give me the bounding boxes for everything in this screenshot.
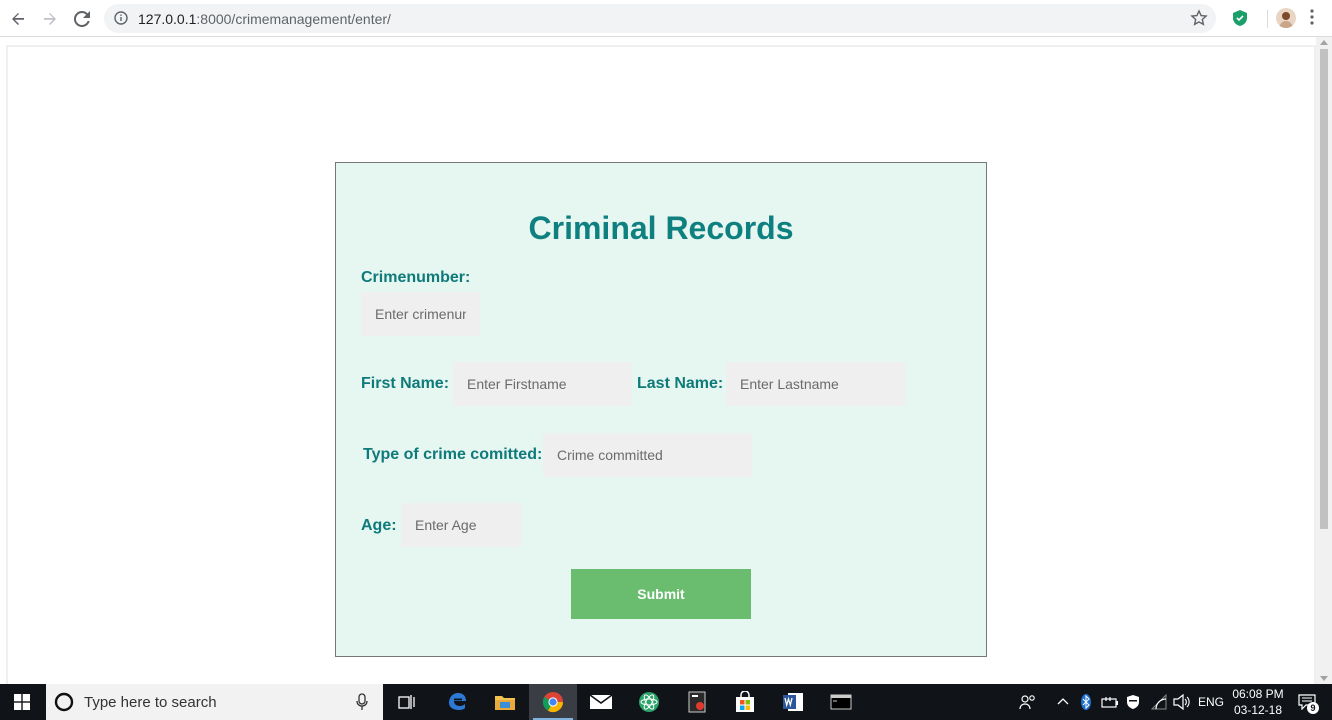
crimenumber-label: Crimenumber:	[361, 269, 471, 286]
lastname-input[interactable]	[726, 362, 905, 406]
wifi-icon[interactable]	[1151, 694, 1169, 710]
taskbar-file-explorer[interactable]	[481, 684, 529, 720]
toolbar-separator	[1267, 10, 1268, 28]
back-arrow-icon	[12, 13, 24, 25]
taskbar-store[interactable]	[721, 684, 769, 720]
taskbar-search-box[interactable]: Type here to search	[46, 684, 383, 720]
people-icon[interactable]	[1019, 694, 1037, 710]
age-input[interactable]	[401, 503, 521, 547]
forward-button[interactable]	[37, 6, 63, 32]
security-shield-icon[interactable]	[1125, 694, 1141, 710]
firstname-label: First Name:	[361, 375, 450, 392]
back-button[interactable]	[5, 6, 31, 32]
forward-arrow-icon	[44, 13, 56, 25]
browser-toolbar: 127.0.0.1:8000/crimemanagement/enter/	[0, 0, 1332, 37]
submit-button[interactable]: Submit	[571, 569, 751, 619]
address-bar[interactable]: 127.0.0.1:8000/crimemanagement/enter/	[104, 4, 1216, 33]
mail-icon	[589, 694, 613, 709]
start-button[interactable]	[0, 684, 44, 720]
url-text: 127.0.0.1:8000/crimemanagement/enter/	[138, 11, 391, 27]
scroll-up-arrow[interactable]	[1320, 40, 1328, 45]
clock-time: 06:08 PM	[1232, 687, 1284, 701]
vertical-scrollbar[interactable]	[1316, 37, 1332, 684]
folder-icon	[495, 696, 515, 710]
extension-shield-icon[interactable]	[1232, 9, 1248, 27]
task-view-button[interactable]	[383, 684, 431, 720]
lastname-label: Last Name:	[637, 375, 724, 392]
reload-icon	[74, 11, 90, 27]
reload-button[interactable]	[69, 6, 95, 32]
atom-icon	[639, 692, 659, 712]
form-title: Criminal Records	[528, 210, 794, 246]
scroll-thumb[interactable]	[1320, 49, 1328, 529]
scroll-down-arrow[interactable]	[1320, 676, 1328, 681]
chrome-icon	[542, 692, 564, 713]
action-center-button[interactable]: 9	[1296, 692, 1319, 714]
clock-date: 03-12-18	[1233, 703, 1283, 717]
menu-dots-icon[interactable]	[1310, 9, 1314, 25]
info-icon[interactable]	[114, 11, 128, 25]
volume-icon[interactable]	[1173, 694, 1191, 710]
criminal-records-form: Criminal Records Crimenumber: First Name…	[335, 162, 987, 657]
profile-avatar[interactable]	[1276, 8, 1296, 28]
store-bag-icon	[736, 691, 754, 712]
taskbar-edge[interactable]	[433, 684, 481, 720]
age-label: Age:	[361, 517, 397, 534]
crime-committed-input[interactable]	[543, 433, 752, 477]
page-viewport: Criminal Records Crimenumber: First Name…	[0, 37, 1332, 695]
taskbar-chrome[interactable]	[529, 684, 577, 720]
bookmark-star-icon[interactable]	[1190, 9, 1208, 27]
microphone-icon[interactable]	[356, 693, 368, 711]
taskbar-terminal[interactable]	[817, 684, 865, 720]
language-indicator[interactable]: ENG	[1198, 695, 1224, 709]
crimenumber-input[interactable]	[361, 292, 480, 336]
media-app-icon	[688, 691, 706, 713]
windows-taskbar: Type here to search ENG 06:08 PM 03-12-1…	[0, 684, 1332, 720]
edge-icon	[449, 693, 466, 710]
battery-icon[interactable]	[1101, 695, 1119, 709]
task-view-icon	[398, 695, 415, 709]
taskbar-atom[interactable]	[625, 684, 673, 720]
chevron-up-icon[interactable]	[1057, 697, 1069, 705]
bluetooth-icon[interactable]	[1081, 694, 1091, 710]
firstname-input[interactable]	[453, 362, 632, 406]
taskbar-clock[interactable]: 06:08 PM 03-12-18	[1226, 686, 1290, 718]
notification-count-badge: 9	[1307, 702, 1319, 714]
taskbar-word[interactable]	[769, 684, 817, 720]
word-icon	[783, 693, 803, 711]
terminal-icon	[830, 694, 852, 710]
crime-type-label: Type of crime comitted:	[363, 446, 543, 463]
search-placeholder: Type here to search	[84, 694, 217, 711]
taskbar-media-app[interactable]	[673, 684, 721, 720]
cortana-circle-icon	[54, 692, 74, 712]
taskbar-mail[interactable]	[577, 684, 625, 720]
windows-logo-icon	[14, 694, 30, 710]
